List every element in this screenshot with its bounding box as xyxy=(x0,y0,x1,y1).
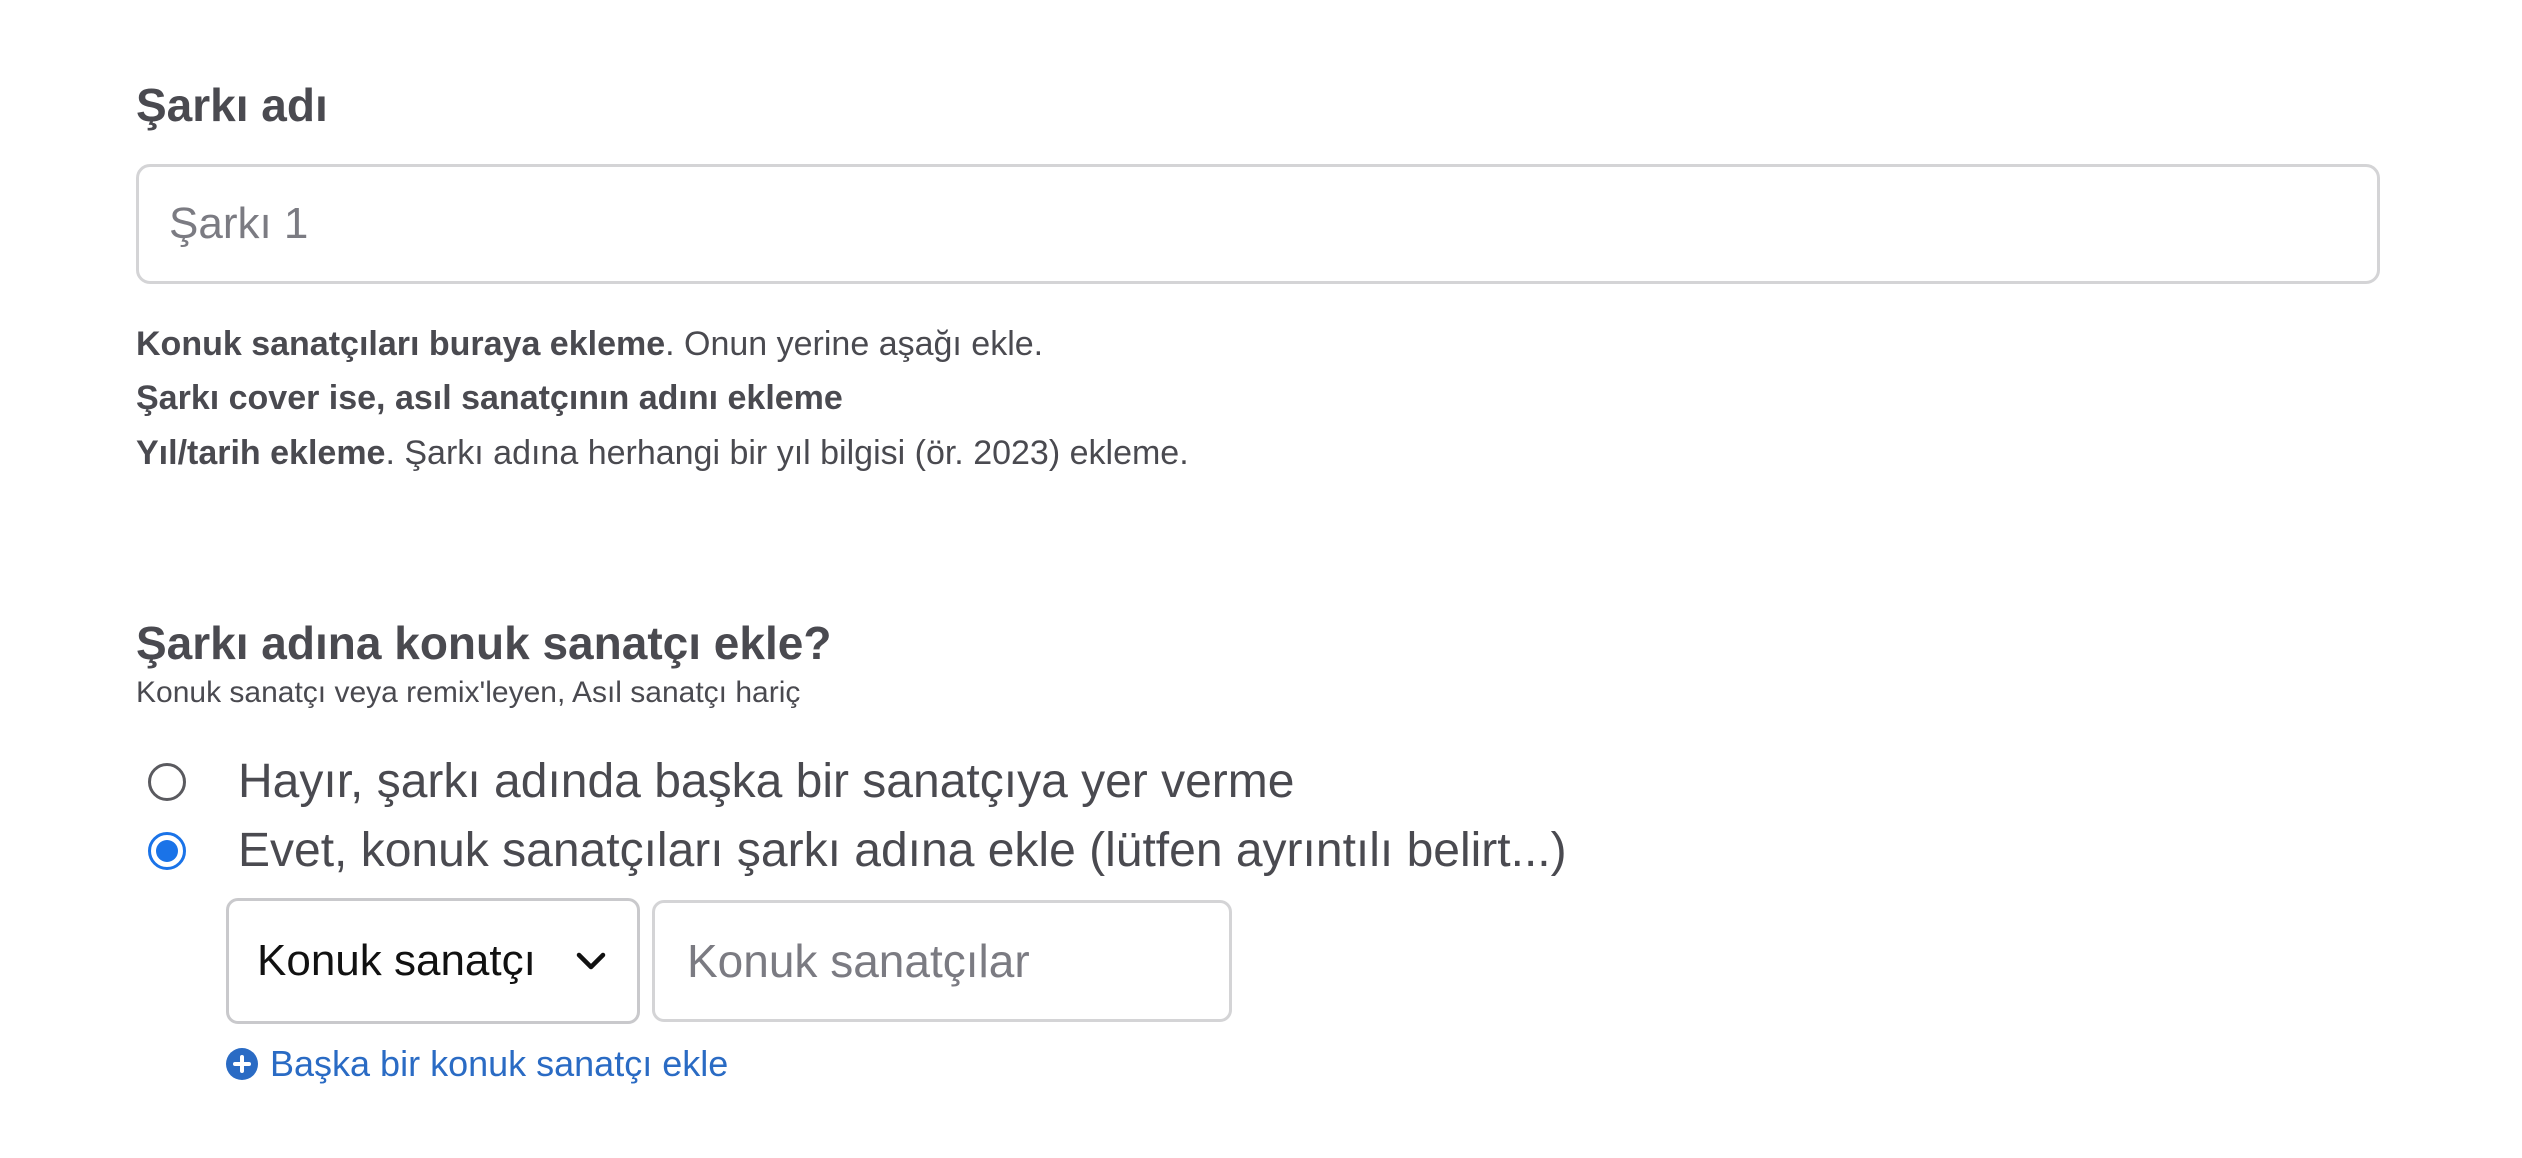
song-title-field[interactable] xyxy=(136,164,2380,284)
hint-cover: Şarkı cover ise, asıl sanatçının adını e… xyxy=(136,381,843,415)
hint-text: . Şarkı adına herhangi bir yıl bilgisi (… xyxy=(385,434,1189,472)
radio-option-yes[interactable]: Evet, konuk sanatçıları şarkı adına ekle… xyxy=(148,826,1567,876)
featured-artist-field[interactable] xyxy=(652,900,1232,1022)
radio-option-no[interactable]: Hayır, şarkı adında başka bir sanatçıya … xyxy=(148,757,1294,807)
song-title-label: Şarkı adı xyxy=(136,79,328,131)
hint-bold: Konuk sanatçıları buraya ekleme xyxy=(136,325,666,363)
artist-role-select[interactable]: Konuk sanatçı xyxy=(226,898,640,1024)
hint-featured-artists: Konuk sanatçıları buraya ekleme. Onun ye… xyxy=(136,327,1043,361)
radio-button-no[interactable] xyxy=(148,763,186,801)
hint-text: . Onun yerine aşağı ekle. xyxy=(665,325,1044,363)
featured-artist-input[interactable] xyxy=(655,903,1229,1019)
hint-bold: Şarkı cover ise, asıl sanatçının adını e… xyxy=(136,379,843,417)
featured-artist-subtitle: Konuk sanatçı veya remix'leyen, Asıl san… xyxy=(136,676,801,709)
radio-label-no[interactable]: Hayır, şarkı adında başka bir sanatçıya … xyxy=(238,758,1294,806)
radio-label-yes[interactable]: Evet, konuk sanatçıları şarkı adına ekle… xyxy=(238,827,1567,875)
plus-circle-icon xyxy=(226,1048,258,1080)
song-title-input[interactable] xyxy=(139,167,2377,281)
featured-artist-label: Şarkı adına konuk sanatçı ekle? xyxy=(136,617,832,669)
chevron-down-icon xyxy=(576,952,606,970)
artist-role-value: Konuk sanatçı xyxy=(257,936,536,985)
radio-button-yes[interactable] xyxy=(148,832,186,870)
hint-bold: Yıl/tarih ekleme xyxy=(136,434,386,472)
hint-year: Yıl/tarih ekleme. Şarkı adına herhangi b… xyxy=(136,436,1189,470)
add-featured-artist-label[interactable]: Başka bir konuk sanatçı ekle xyxy=(270,1046,728,1082)
add-featured-artist-link[interactable]: Başka bir konuk sanatçı ekle xyxy=(226,1046,728,1082)
